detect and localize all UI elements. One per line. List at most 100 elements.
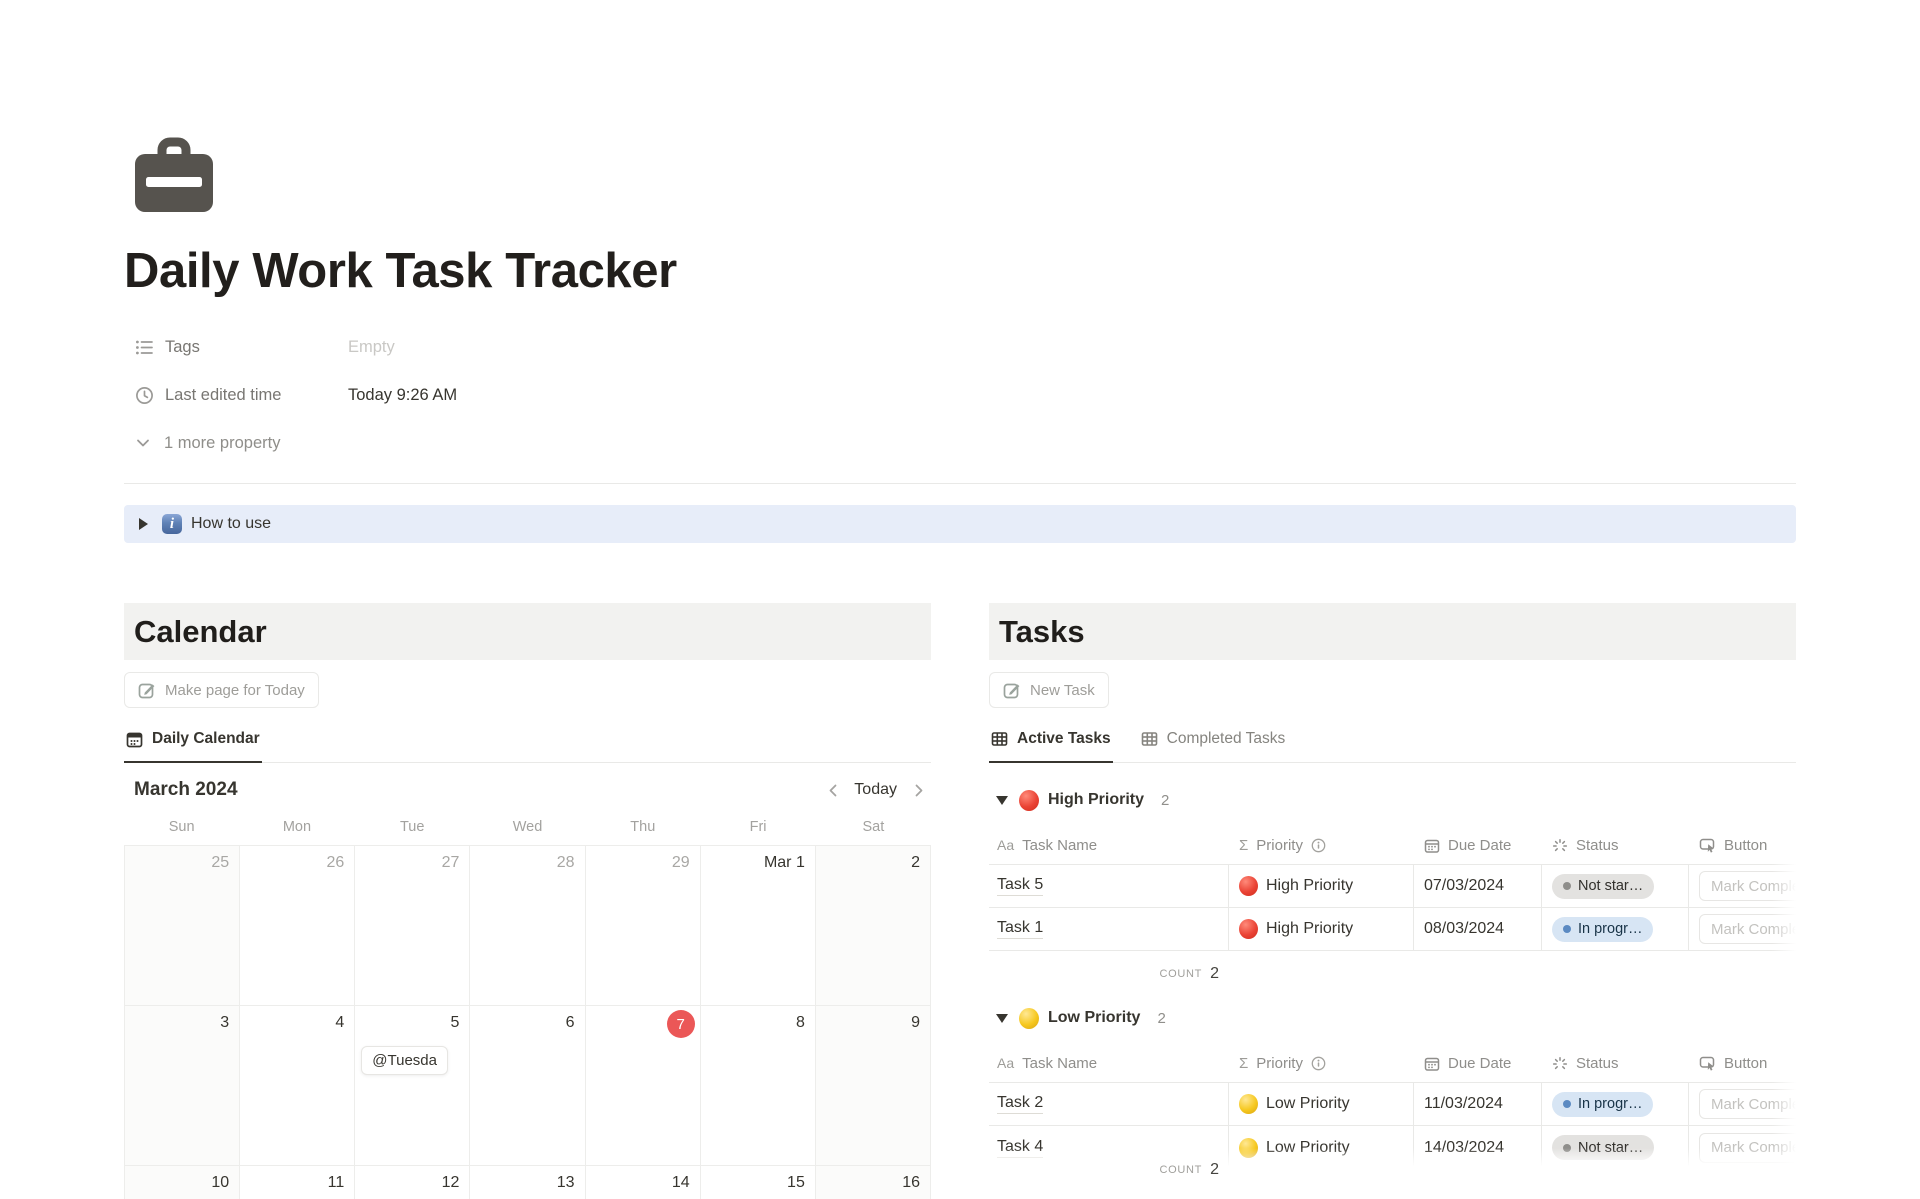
priority-label: Low Priority bbox=[1266, 1095, 1350, 1113]
tab-daily-calendar[interactable]: Daily Calendar bbox=[124, 724, 262, 763]
property-row[interactable]: Last edited timeToday 9:26 AM bbox=[124, 371, 1796, 419]
calendar-cell[interactable]: Mar 1 bbox=[701, 846, 816, 1006]
count-row[interactable]: COUNT2 bbox=[989, 959, 1229, 989]
column-header-label: Priority bbox=[1256, 837, 1303, 854]
task-name-cell[interactable]: Task 5 bbox=[989, 865, 1229, 907]
group-header[interactable]: High Priority2 bbox=[989, 787, 1796, 813]
calendar-cell[interactable]: 16 bbox=[816, 1166, 931, 1199]
page-icon-briefcase[interactable] bbox=[135, 137, 213, 213]
calendar-prev-button[interactable] bbox=[820, 777, 846, 803]
column-header-status[interactable]: Status bbox=[1542, 1045, 1689, 1082]
text-icon: Aa bbox=[997, 837, 1014, 854]
group-toggle-triangle-icon[interactable] bbox=[996, 1014, 1008, 1023]
calendar-cell[interactable]: 9 bbox=[816, 1006, 931, 1166]
mark-complete-button[interactable]: Mark Comple bbox=[1699, 1133, 1796, 1163]
column-header-status[interactable]: Status bbox=[1542, 827, 1689, 864]
group-toggle-triangle-icon[interactable] bbox=[996, 796, 1008, 805]
tasks-tabbar: Active Tasks Completed Tasks bbox=[989, 724, 1796, 763]
calendar-cell[interactable]: 13 bbox=[470, 1166, 585, 1199]
page-title[interactable]: Daily Work Task Tracker bbox=[124, 243, 1796, 299]
task-name-cell[interactable]: Task 2 bbox=[989, 1083, 1229, 1125]
status-pill[interactable]: In progr… bbox=[1552, 917, 1653, 942]
count-row[interactable]: COUNT2 bbox=[989, 1155, 1229, 1185]
tab-completed-tasks[interactable]: Completed Tasks bbox=[1139, 724, 1288, 763]
due-date-cell[interactable]: 07/03/2024 bbox=[1414, 865, 1542, 907]
calendar-cell[interactable]: 27 bbox=[355, 846, 470, 1006]
column-header-task-name[interactable]: AaTask Name bbox=[989, 1045, 1229, 1082]
button-cell: Mark Comple bbox=[1689, 1083, 1796, 1125]
due-date-cell[interactable]: 11/03/2024 bbox=[1414, 1083, 1542, 1125]
status-cell[interactable]: Not star… bbox=[1542, 865, 1689, 907]
column-header-button[interactable]: Button bbox=[1689, 827, 1796, 864]
priority-cell[interactable]: High Priority bbox=[1229, 908, 1414, 950]
status-cell[interactable]: In progr… bbox=[1542, 908, 1689, 950]
status-cell[interactable]: In progr… bbox=[1542, 1083, 1689, 1125]
calendar-cell[interactable]: 29 bbox=[586, 846, 701, 1006]
calendar-cell[interactable]: 5@Tuesda bbox=[355, 1006, 470, 1166]
column-header-priority[interactable]: ΣPriority bbox=[1229, 1045, 1414, 1082]
today-day-badge[interactable]: 7 bbox=[667, 1010, 695, 1038]
status-cell[interactable]: Not star… bbox=[1542, 1126, 1689, 1169]
calendar-cell[interactable]: 11 bbox=[240, 1166, 355, 1199]
due-date-cell[interactable]: 08/03/2024 bbox=[1414, 908, 1542, 950]
toggle-triangle-icon[interactable] bbox=[139, 518, 148, 530]
task-group-high-priority: High Priority2AaTask NameΣPriorityDue Da… bbox=[989, 787, 1796, 989]
column-header-due-date[interactable]: Due Date bbox=[1414, 1045, 1542, 1082]
calendar-cell[interactable]: 3 bbox=[125, 1006, 240, 1166]
calendar-heading[interactable]: Calendar bbox=[134, 614, 267, 650]
priority-cell[interactable]: Low Priority bbox=[1229, 1083, 1414, 1125]
count-label: COUNT bbox=[1159, 968, 1202, 980]
column-header-label: Priority bbox=[1256, 1055, 1303, 1072]
info-circle-icon bbox=[1311, 838, 1326, 853]
property-row[interactable]: TagsEmpty bbox=[124, 323, 1796, 371]
calendar-next-button[interactable] bbox=[905, 777, 931, 803]
task-name-link[interactable]: Task 1 bbox=[997, 919, 1043, 939]
calendar-cell[interactable]: 28 bbox=[470, 846, 585, 1006]
calendar-cell[interactable]: 4 bbox=[240, 1006, 355, 1166]
calendar-cell[interactable]: 7 bbox=[586, 1006, 701, 1166]
column-header-label: Due Date bbox=[1448, 1055, 1511, 1072]
group-header[interactable]: Low Priority2 bbox=[989, 1005, 1796, 1031]
tasks-heading[interactable]: Tasks bbox=[999, 614, 1085, 650]
column-header-priority[interactable]: ΣPriority bbox=[1229, 827, 1414, 864]
calendar-cell[interactable]: 2 bbox=[816, 846, 931, 1006]
calendar-cell[interactable]: 8 bbox=[701, 1006, 816, 1166]
column-header-due-date[interactable]: Due Date bbox=[1414, 827, 1542, 864]
column-header-button[interactable]: Button bbox=[1689, 1045, 1796, 1082]
calendar-cell[interactable]: 10 bbox=[125, 1166, 240, 1199]
group-count: 2 bbox=[1157, 1010, 1165, 1027]
property-value[interactable]: Empty bbox=[348, 338, 395, 357]
column-header-label: Button bbox=[1724, 1055, 1767, 1072]
priority-cell[interactable]: Low Priority bbox=[1229, 1126, 1414, 1169]
calendar-cell[interactable]: 6 bbox=[470, 1006, 585, 1166]
mark-complete-button[interactable]: Mark Comple bbox=[1699, 1089, 1796, 1119]
calendar-event-card[interactable]: @Tuesda bbox=[361, 1046, 448, 1075]
priority-cell[interactable]: High Priority bbox=[1229, 865, 1414, 907]
calendar-cell[interactable]: 14 bbox=[586, 1166, 701, 1199]
tab-active-tasks[interactable]: Active Tasks bbox=[989, 724, 1113, 763]
calendar-cell[interactable]: 15 bbox=[701, 1166, 816, 1199]
task-name-link[interactable]: Task 2 bbox=[997, 1094, 1043, 1114]
task-name-cell[interactable]: Task 1 bbox=[989, 908, 1229, 950]
day-number: 8 bbox=[796, 1014, 805, 1032]
calendar-cell[interactable]: 12 bbox=[355, 1166, 470, 1199]
more-properties-toggle[interactable]: 1 more property bbox=[135, 419, 1796, 467]
column-header-task-name[interactable]: AaTask Name bbox=[989, 827, 1229, 864]
new-task-button[interactable]: New Task bbox=[989, 672, 1109, 708]
mark-complete-button[interactable]: Mark Comple bbox=[1699, 871, 1796, 901]
calendar-cell[interactable]: 25 bbox=[125, 846, 240, 1006]
status-pill[interactable]: Not star… bbox=[1552, 874, 1654, 899]
task-name-link[interactable]: Task 5 bbox=[997, 876, 1043, 896]
calendar-today-button[interactable]: Today bbox=[854, 781, 897, 799]
group-count: 2 bbox=[1161, 792, 1169, 809]
how-to-use-toggle[interactable]: i How to use bbox=[124, 505, 1796, 543]
property-value[interactable]: Today 9:26 AM bbox=[348, 386, 457, 405]
due-date-cell[interactable]: 14/03/2024 bbox=[1414, 1126, 1542, 1169]
status-pill[interactable]: In progr… bbox=[1552, 1092, 1653, 1117]
column-header-label: Status bbox=[1576, 1055, 1619, 1072]
make-page-for-today-button[interactable]: Make page for Today bbox=[124, 672, 319, 708]
status-pill[interactable]: Not star… bbox=[1552, 1135, 1654, 1160]
calendar-cell[interactable]: 26 bbox=[240, 846, 355, 1006]
mark-complete-button[interactable]: Mark Comple bbox=[1699, 914, 1796, 944]
table-icon bbox=[991, 731, 1008, 747]
